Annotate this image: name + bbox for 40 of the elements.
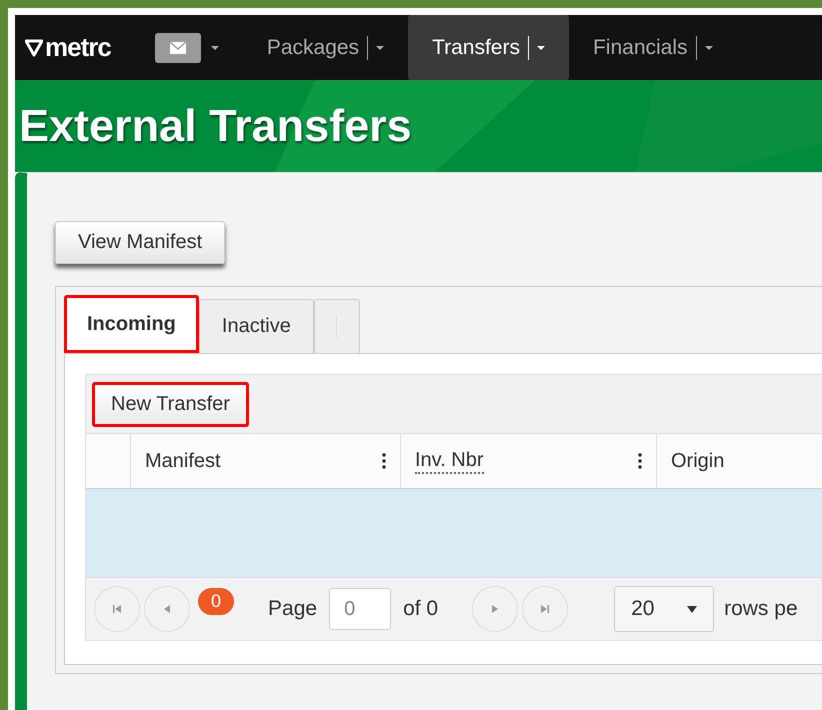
caret-icon[interactable]: [210, 46, 219, 50]
dropdown-caret-icon: [687, 606, 698, 612]
column-header[interactable]: Manifest: [131, 434, 401, 488]
column-title: Origin: [671, 450, 724, 472]
caret-icon: [376, 46, 384, 50]
page-label: Page: [268, 597, 318, 621]
nav-menu-item[interactable]: Financials: [568, 15, 737, 80]
rows-per-page-label: rows pe: [724, 597, 798, 621]
column-title: Inv. Nbr: [415, 448, 484, 474]
nav-menu-item[interactable]: Transfers: [408, 15, 569, 80]
previous-page-button[interactable]: [144, 586, 190, 632]
page-size-dropdown[interactable]: 20: [614, 586, 714, 632]
shield-logo-icon: [25, 38, 43, 56]
last-page-icon: [541, 605, 550, 613]
logo-text: metrc: [45, 32, 111, 63]
first-page-button[interactable]: [94, 586, 140, 632]
column-header[interactable]: Inv. Nbr: [401, 434, 657, 488]
column-menu-icon[interactable]: [382, 453, 386, 469]
new-transfer-button[interactable]: New Transfer: [92, 382, 249, 426]
page-number-field[interactable]: 0: [329, 588, 392, 630]
empty-tab[interactable]: [314, 299, 360, 353]
first-page-icon: [113, 605, 121, 613]
next-page-icon: [492, 605, 498, 613]
last-page-button[interactable]: [522, 586, 568, 632]
next-page-button[interactable]: [472, 586, 518, 632]
caret-icon: [536, 46, 545, 50]
column-header[interactable]: Origin: [657, 434, 822, 488]
tab[interactable]: Inactive: [198, 299, 314, 353]
page-count-label: of 0: [403, 597, 438, 621]
column-menu-icon[interactable]: [638, 453, 642, 469]
column-title: Manifest: [145, 450, 221, 472]
count-badge: 0: [198, 588, 234, 615]
messages-button[interactable]: [154, 32, 201, 62]
tab[interactable]: Incoming: [64, 295, 199, 353]
envelope-icon: [170, 42, 186, 54]
caret-icon: [704, 46, 713, 50]
previous-page-icon: [164, 605, 170, 613]
nav-menu-item[interactable]: Packages: [242, 15, 408, 80]
page-title: External Transfers: [19, 100, 412, 152]
view-manifest-button[interactable]: View Manifest: [55, 221, 226, 264]
